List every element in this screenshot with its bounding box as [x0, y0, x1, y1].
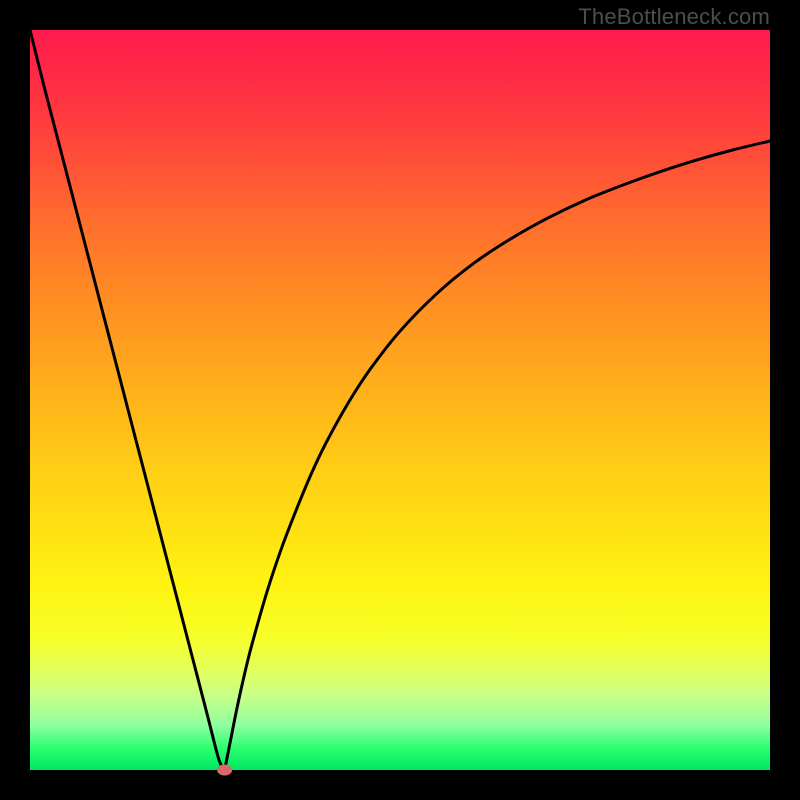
plot-area [30, 30, 770, 770]
watermark-text: TheBottleneck.com [578, 4, 770, 30]
valley-marker-icon [218, 765, 232, 775]
bottleneck-curve [30, 30, 770, 770]
